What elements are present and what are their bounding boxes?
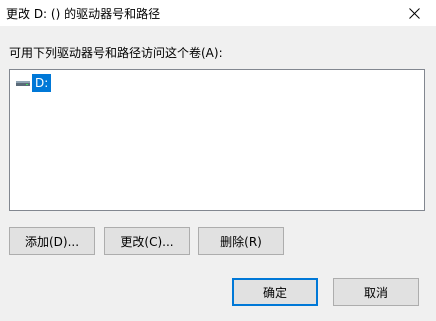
list-item[interactable]: D: — [15, 74, 52, 92]
drive-list-label: 可用下列驱动器号和路径访问这个卷(A): — [9, 46, 223, 60]
drive-path-listbox[interactable]: D: — [9, 69, 425, 211]
title-bar[interactable]: 更改 D: () 的驱动器号和路径 — [0, 0, 436, 26]
change-button[interactable]: 更改(C)... — [104, 227, 190, 255]
change-drive-letter-dialog: 更改 D: () 的驱动器号和路径 可用下列驱动器号和路径访问这个卷(A): D… — [0, 0, 436, 321]
add-button[interactable]: 添加(D)... — [9, 227, 95, 255]
window-title: 更改 D: () 的驱动器号和路径 — [6, 7, 161, 21]
drive-icon — [15, 75, 31, 91]
close-button[interactable] — [392, 0, 436, 26]
drive-item-label: D: — [32, 74, 52, 92]
close-icon — [408, 7, 420, 19]
remove-button[interactable]: 删除(R) — [198, 227, 284, 255]
cancel-button[interactable]: 取消 — [333, 278, 419, 306]
ok-button[interactable]: 确定 — [232, 278, 318, 306]
